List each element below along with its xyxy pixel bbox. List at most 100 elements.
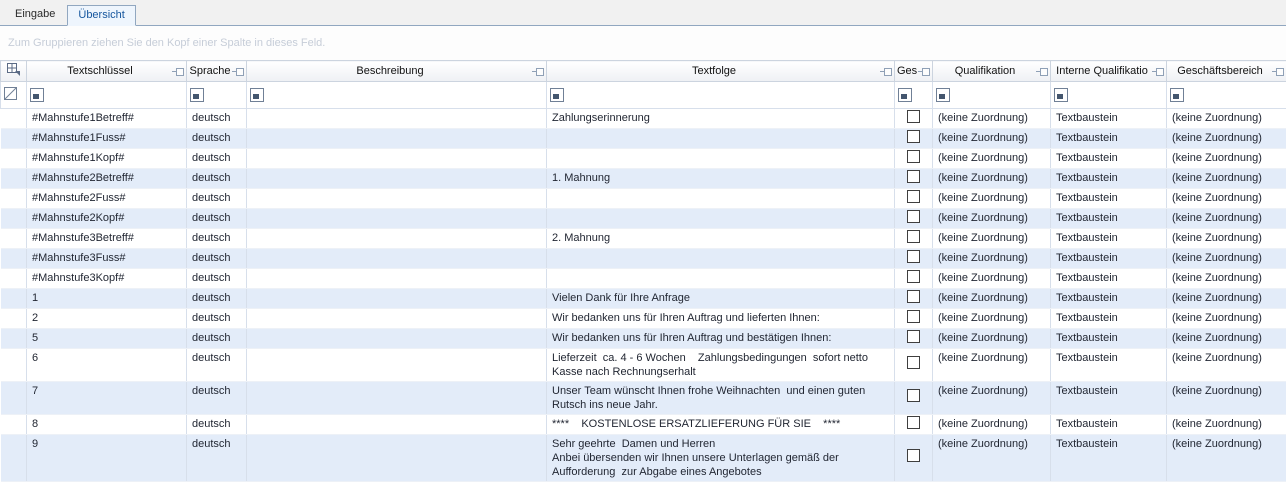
cell-textschluessel[interactable]: 6 xyxy=(27,349,187,382)
cell-beschreibung[interactable] xyxy=(247,209,547,229)
cell-geschaeftsbereich[interactable]: (keine Zuordnung) xyxy=(1167,109,1286,129)
ges-checkbox[interactable] xyxy=(907,416,920,429)
cell-qualifikation[interactable]: (keine Zuordnung) xyxy=(933,382,1051,415)
filter-pin-icon[interactable] xyxy=(1152,68,1164,76)
cell-textfolge[interactable]: Lieferzeit ca. 4 - 6 Wochen Zahlungsbedi… xyxy=(547,349,895,382)
cell-ges[interactable] xyxy=(895,209,933,229)
cell-beschreibung[interactable] xyxy=(247,269,547,289)
filter-cell-ges[interactable] xyxy=(895,82,933,109)
ges-checkbox[interactable] xyxy=(907,449,920,462)
cell-sprache[interactable]: deutsch xyxy=(187,309,247,329)
cell-ges[interactable] xyxy=(895,349,933,382)
filter-condition-icon[interactable] xyxy=(936,88,950,102)
cell-interne_qualifikation[interactable]: Textbaustein xyxy=(1051,382,1167,415)
table-row[interactable]: 8deutsch**** KOSTENLOSE ERSATZLIEFERUNG … xyxy=(1,415,1286,435)
table-row[interactable]: 6deutschLieferzeit ca. 4 - 6 Wochen Zahl… xyxy=(1,349,1286,382)
cell-sprache[interactable]: deutsch xyxy=(187,229,247,249)
cell-qualifikation[interactable]: (keine Zuordnung) xyxy=(933,229,1051,249)
table-row[interactable]: #Mahnstufe1Kopf#deutsch (keine Zuordnung)… xyxy=(1,149,1286,169)
cell-qualifikation[interactable]: (keine Zuordnung) xyxy=(933,149,1051,169)
table-row[interactable]: #Mahnstufe2Betreff#deutsch1. Mahnung(kei… xyxy=(1,169,1286,189)
cell-textfolge[interactable]: Vielen Dank für Ihre Anfrage xyxy=(547,289,895,309)
table-row[interactable]: 5deutschWir bedanken uns für Ihren Auftr… xyxy=(1,329,1286,349)
filter-pin-icon[interactable] xyxy=(1036,68,1048,76)
cell-sprache[interactable]: deutsch xyxy=(187,415,247,435)
cell-ges[interactable] xyxy=(895,289,933,309)
cell-geschaeftsbereich[interactable]: (keine Zuordnung) xyxy=(1167,209,1286,229)
cell-textfolge[interactable] xyxy=(547,129,895,149)
group-by-panel[interactable]: Zum Gruppieren ziehen Sie den Kopf einer… xyxy=(0,26,1286,60)
cell-interne_qualifikation[interactable]: Textbaustein xyxy=(1051,209,1167,229)
cell-textfolge[interactable]: Wir bedanken uns für Ihren Auftrag und l… xyxy=(547,309,895,329)
cell-interne_qualifikation[interactable]: Textbaustein xyxy=(1051,269,1167,289)
cell-beschreibung[interactable] xyxy=(247,109,547,129)
cell-qualifikation[interactable]: (keine Zuordnung) xyxy=(933,109,1051,129)
ges-checkbox[interactable] xyxy=(907,250,920,263)
cell-qualifikation[interactable]: (keine Zuordnung) xyxy=(933,169,1051,189)
filter-condition-icon[interactable] xyxy=(550,88,564,102)
cell-ges[interactable] xyxy=(895,249,933,269)
cell-qualifikation[interactable]: (keine Zuordnung) xyxy=(933,189,1051,209)
column-header-textfolge[interactable]: Textfolge xyxy=(547,61,895,82)
cell-interne_qualifikation[interactable]: Textbaustein xyxy=(1051,169,1167,189)
cell-textfolge[interactable]: Zahlungserinnerung xyxy=(547,109,895,129)
filter-cell-sprache[interactable] xyxy=(187,82,247,109)
filter-pin-icon[interactable] xyxy=(918,68,930,76)
cell-textschluessel[interactable]: #Mahnstufe2Kopf# xyxy=(27,209,187,229)
cell-beschreibung[interactable] xyxy=(247,229,547,249)
ges-checkbox[interactable] xyxy=(907,290,920,303)
cell-textschluessel[interactable]: 9 xyxy=(27,435,187,482)
cell-beschreibung[interactable] xyxy=(247,149,547,169)
cell-beschreibung[interactable] xyxy=(247,415,547,435)
cell-qualifikation[interactable]: (keine Zuordnung) xyxy=(933,129,1051,149)
table-row[interactable]: #Mahnstufe2Kopf#deutsch(keine Zuordnung)… xyxy=(1,209,1286,229)
filter-cell-interne-qualifikation[interactable] xyxy=(1051,82,1167,109)
cell-textschluessel[interactable]: 8 xyxy=(27,415,187,435)
cell-qualifikation[interactable]: (keine Zuordnung) xyxy=(933,349,1051,382)
cell-interne_qualifikation[interactable]: Textbaustein xyxy=(1051,435,1167,482)
cell-beschreibung[interactable] xyxy=(247,249,547,269)
select-all-corner[interactable] xyxy=(1,61,27,82)
table-row[interactable]: #Mahnstufe1Betreff#deutschZahlungserinne… xyxy=(1,109,1286,129)
ges-checkbox[interactable] xyxy=(907,210,920,223)
ges-checkbox[interactable] xyxy=(907,389,920,402)
cell-textschluessel[interactable]: #Mahnstufe1Kopf# xyxy=(27,149,187,169)
cell-textfolge[interactable]: Wir bedanken uns für Ihren Auftrag und b… xyxy=(547,329,895,349)
column-header-beschreibung[interactable]: Beschreibung xyxy=(247,61,547,82)
cell-sprache[interactable]: deutsch xyxy=(187,149,247,169)
filter-condition-icon[interactable] xyxy=(30,88,44,102)
table-row[interactable]: #Mahnstufe3Kopf#deutsch(keine Zuordnung)… xyxy=(1,269,1286,289)
cell-ges[interactable] xyxy=(895,229,933,249)
ges-checkbox[interactable] xyxy=(907,130,920,143)
ges-checkbox[interactable] xyxy=(907,330,920,343)
cell-qualifikation[interactable]: (keine Zuordnung) xyxy=(933,209,1051,229)
column-header-qualifikation[interactable]: Qualifikation xyxy=(933,61,1051,82)
cell-sprache[interactable]: deutsch xyxy=(187,435,247,482)
cell-interne_qualifikation[interactable]: Textbaustein xyxy=(1051,289,1167,309)
cell-interne_qualifikation[interactable]: Textbaustein xyxy=(1051,329,1167,349)
cell-ges[interactable] xyxy=(895,435,933,482)
cell-ges[interactable] xyxy=(895,189,933,209)
cell-textschluessel[interactable]: 1 xyxy=(27,289,187,309)
column-header-sprache[interactable]: Sprache xyxy=(187,61,247,82)
cell-geschaeftsbereich[interactable]: (keine Zuordnung) xyxy=(1167,382,1286,415)
filter-pin-icon[interactable] xyxy=(172,68,184,76)
cell-textfolge[interactable]: 2. Mahnung xyxy=(547,229,895,249)
cell-textfolge[interactable]: 1. Mahnung xyxy=(547,169,895,189)
filter-condition-icon[interactable] xyxy=(250,88,264,102)
cell-interne_qualifikation[interactable]: Textbaustein xyxy=(1051,229,1167,249)
table-row[interactable]: #Mahnstufe2Fuss#deutsch(keine Zuordnung)… xyxy=(1,189,1286,209)
cell-beschreibung[interactable] xyxy=(247,189,547,209)
cell-interne_qualifikation[interactable]: Textbaustein xyxy=(1051,129,1167,149)
cell-sprache[interactable]: deutsch xyxy=(187,269,247,289)
cell-ges[interactable] xyxy=(895,169,933,189)
filter-cell-beschreibung[interactable] xyxy=(247,82,547,109)
cell-sprache[interactable]: deutsch xyxy=(187,249,247,269)
cell-interne_qualifikation[interactable]: Textbaustein xyxy=(1051,109,1167,129)
cell-textschluessel[interactable]: #Mahnstufe1Fuss# xyxy=(27,129,187,149)
cell-textschluessel[interactable]: 2 xyxy=(27,309,187,329)
cell-qualifikation[interactable]: (keine Zuordnung) xyxy=(933,415,1051,435)
cell-qualifikation[interactable]: (keine Zuordnung) xyxy=(933,329,1051,349)
filter-condition-icon[interactable] xyxy=(1054,88,1068,102)
filter-cell-textschluessel[interactable] xyxy=(27,82,187,109)
